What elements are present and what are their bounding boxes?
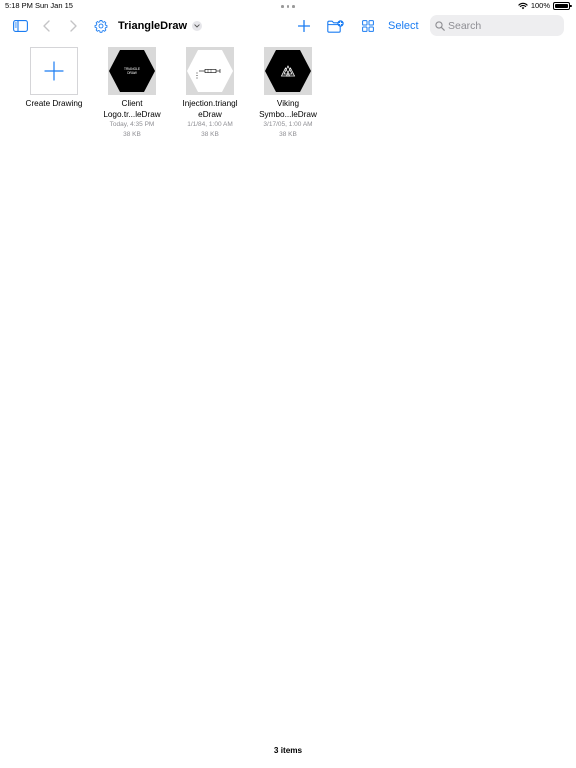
- gear-icon: [94, 20, 108, 33]
- status-bar: 5:18 PM Sun Jan 15 100%: [0, 0, 576, 12]
- settings-button[interactable]: [93, 18, 109, 34]
- status-time: 5:18 PM: [5, 1, 33, 10]
- grid-icon: [362, 20, 374, 32]
- add-button[interactable]: [296, 18, 312, 34]
- battery-percent: 100%: [530, 1, 550, 10]
- plus-icon: [44, 61, 64, 81]
- item-count: 3 items: [273, 746, 303, 755]
- valknut-icon: [265, 50, 311, 92]
- file-size: 38 KB: [201, 131, 219, 138]
- thumb-text-2: DRAW: [127, 71, 137, 75]
- new-folder-button[interactable]: [326, 18, 344, 34]
- file-name-line2: eDraw: [198, 110, 222, 119]
- wifi-icon: [518, 2, 528, 10]
- files-browser-screen: 5:18 PM Sun Jan 15 100% TriangleDraw Sel…: [0, 0, 576, 768]
- file-item-client-logo[interactable]: TRIANGLE DRAW Client Logo.tr...leDraw To…: [93, 47, 171, 140]
- search-input[interactable]: [448, 19, 558, 32]
- file-name-line2: Logo.tr...leDraw: [103, 110, 161, 119]
- file-date: 1/1/84, 1:00 AM: [187, 121, 233, 128]
- toolbar: TriangleDraw Select Search: [0, 12, 576, 40]
- syringe-drawing-icon: [187, 50, 233, 92]
- plus-icon: [298, 20, 310, 32]
- create-drawing-item[interactable]: Create Drawing: [15, 47, 93, 109]
- search-field[interactable]: [430, 15, 564, 36]
- file-name: Viking Symbo...leDraw: [249, 98, 327, 120]
- select-button[interactable]: Select: [388, 18, 419, 34]
- sidebar-icon: [12, 20, 28, 32]
- forward-button[interactable]: [67, 18, 79, 34]
- file-name-line1: Viking: [276, 99, 300, 108]
- chevron-left-icon: [42, 20, 50, 32]
- file-name: Client Logo.tr...leDraw: [93, 98, 171, 120]
- chevron-right-icon: [69, 20, 77, 32]
- title-menu[interactable]: TriangleDraw: [118, 18, 203, 34]
- file-name-line1: Client: [121, 99, 143, 108]
- status-right: 100%: [518, 0, 572, 12]
- create-drawing-thumbnail: [30, 47, 78, 95]
- file-size: 38 KB: [279, 131, 297, 138]
- file-name-line2: Symbo...leDraw: [259, 110, 317, 119]
- file-size: 38 KB: [123, 131, 141, 138]
- hexagon-logo-icon: TRIANGLE DRAW: [109, 50, 155, 92]
- file-item-viking-symbol[interactable]: Viking Symbo...leDraw 3/17/05, 1:00 AM 3…: [249, 47, 327, 140]
- multitasking-dots-icon[interactable]: [281, 5, 295, 8]
- chevron-down-icon: [192, 21, 203, 31]
- file-name: Injection.triangl eDraw: [171, 98, 249, 120]
- app-title: TriangleDraw: [118, 20, 188, 32]
- folder-add-icon: [326, 19, 344, 33]
- file-thumbnail: [264, 47, 312, 95]
- file-date: 3/17/05, 1:00 AM: [263, 121, 313, 128]
- file-date: Today, 4:35 PM: [109, 121, 155, 128]
- file-name-line1: Injection.triangl: [182, 99, 238, 108]
- sidebar-toggle-button[interactable]: [12, 19, 28, 33]
- battery-icon: [553, 2, 572, 10]
- status-date: Sun Jan 15: [35, 1, 73, 10]
- create-drawing-label: Create Drawing: [25, 99, 83, 108]
- search-icon: [435, 20, 445, 31]
- file-item-injection[interactable]: Injection.triangl eDraw 1/1/84, 1:00 AM …: [171, 47, 249, 140]
- back-button[interactable]: [40, 18, 52, 34]
- file-thumbnail: [186, 47, 234, 95]
- file-thumbnail: TRIANGLE DRAW: [108, 47, 156, 95]
- grid-view-button[interactable]: [360, 18, 376, 34]
